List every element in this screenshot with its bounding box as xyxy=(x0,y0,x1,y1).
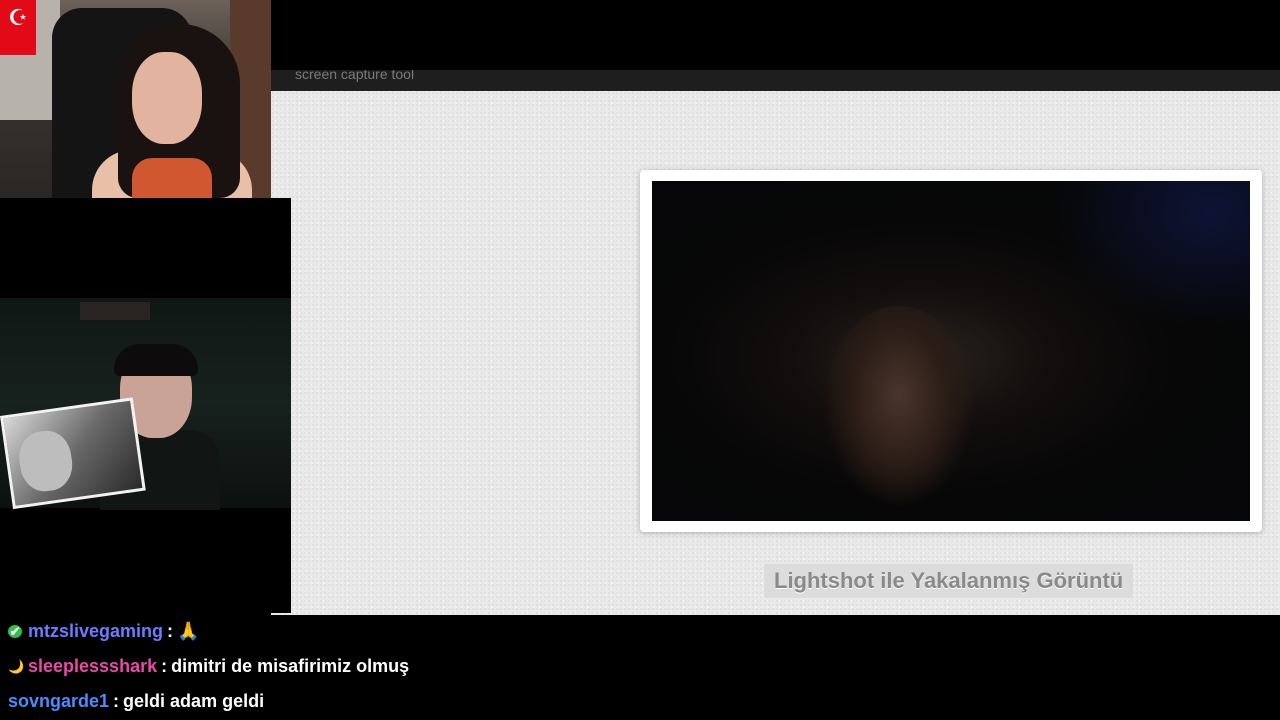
screenshot-face xyxy=(824,306,974,506)
chat-separator: : xyxy=(161,656,168,676)
lightshot-page: Lightshot ile Yakalanmış Görüntü xyxy=(271,91,1280,615)
photo-face xyxy=(15,427,76,495)
crescent-star-icon: ☪ xyxy=(8,5,28,30)
guest-headphones xyxy=(114,344,198,376)
webcam-top-left: ☪ xyxy=(0,0,271,198)
chat-message: ✔ mtzslivegaming: 🙏 xyxy=(8,616,199,646)
stream-scene: screen capture tool Lightshot ile Yakala… xyxy=(0,0,1280,720)
chat-message: 🌙 sleeplessshark: dimitri de misafirimiz o… xyxy=(8,651,409,681)
lightshot-caption: Lightshot ile Yakalanmış Görüntü xyxy=(764,564,1134,598)
subbar-text: screen capture tool xyxy=(295,70,415,82)
turkish-flag-icon: ☪ xyxy=(0,0,36,55)
chat-username[interactable]: mtzslivegaming xyxy=(28,621,163,641)
chat-separator: : xyxy=(113,691,120,711)
chat-text: dimitri de misafirimiz olmuş xyxy=(171,656,410,676)
verified-check-icon: ✔ xyxy=(8,624,22,639)
screenshot-frame xyxy=(640,170,1262,532)
chat-username[interactable]: sovngarde1 xyxy=(8,691,109,711)
streamer-face xyxy=(132,52,202,144)
browser-sub-bar: screen capture tool xyxy=(271,70,1280,91)
chat-separator: : xyxy=(167,621,174,641)
held-photo xyxy=(0,397,146,510)
chat-overlay: ✔ mtzslivegaming: 🙏 🌙 sleeplessshark: dimitr… xyxy=(0,615,1280,720)
chat-text: geldi adam geldi xyxy=(123,691,265,711)
chat-username[interactable]: sleeplessshark xyxy=(28,656,157,676)
screenshot-blue-glow xyxy=(1050,181,1250,331)
screenshot-image[interactable] xyxy=(652,181,1250,521)
browser-top-bar xyxy=(271,0,1280,70)
chat-text: 🙏 xyxy=(177,621,200,641)
streamer-dress xyxy=(132,158,212,198)
crescent-moon-icon: 🌙 xyxy=(8,659,25,674)
bookshelf xyxy=(80,302,150,320)
webcam-left xyxy=(0,198,291,613)
chat-message: sovngarde1: geldi adam geldi xyxy=(8,686,264,716)
